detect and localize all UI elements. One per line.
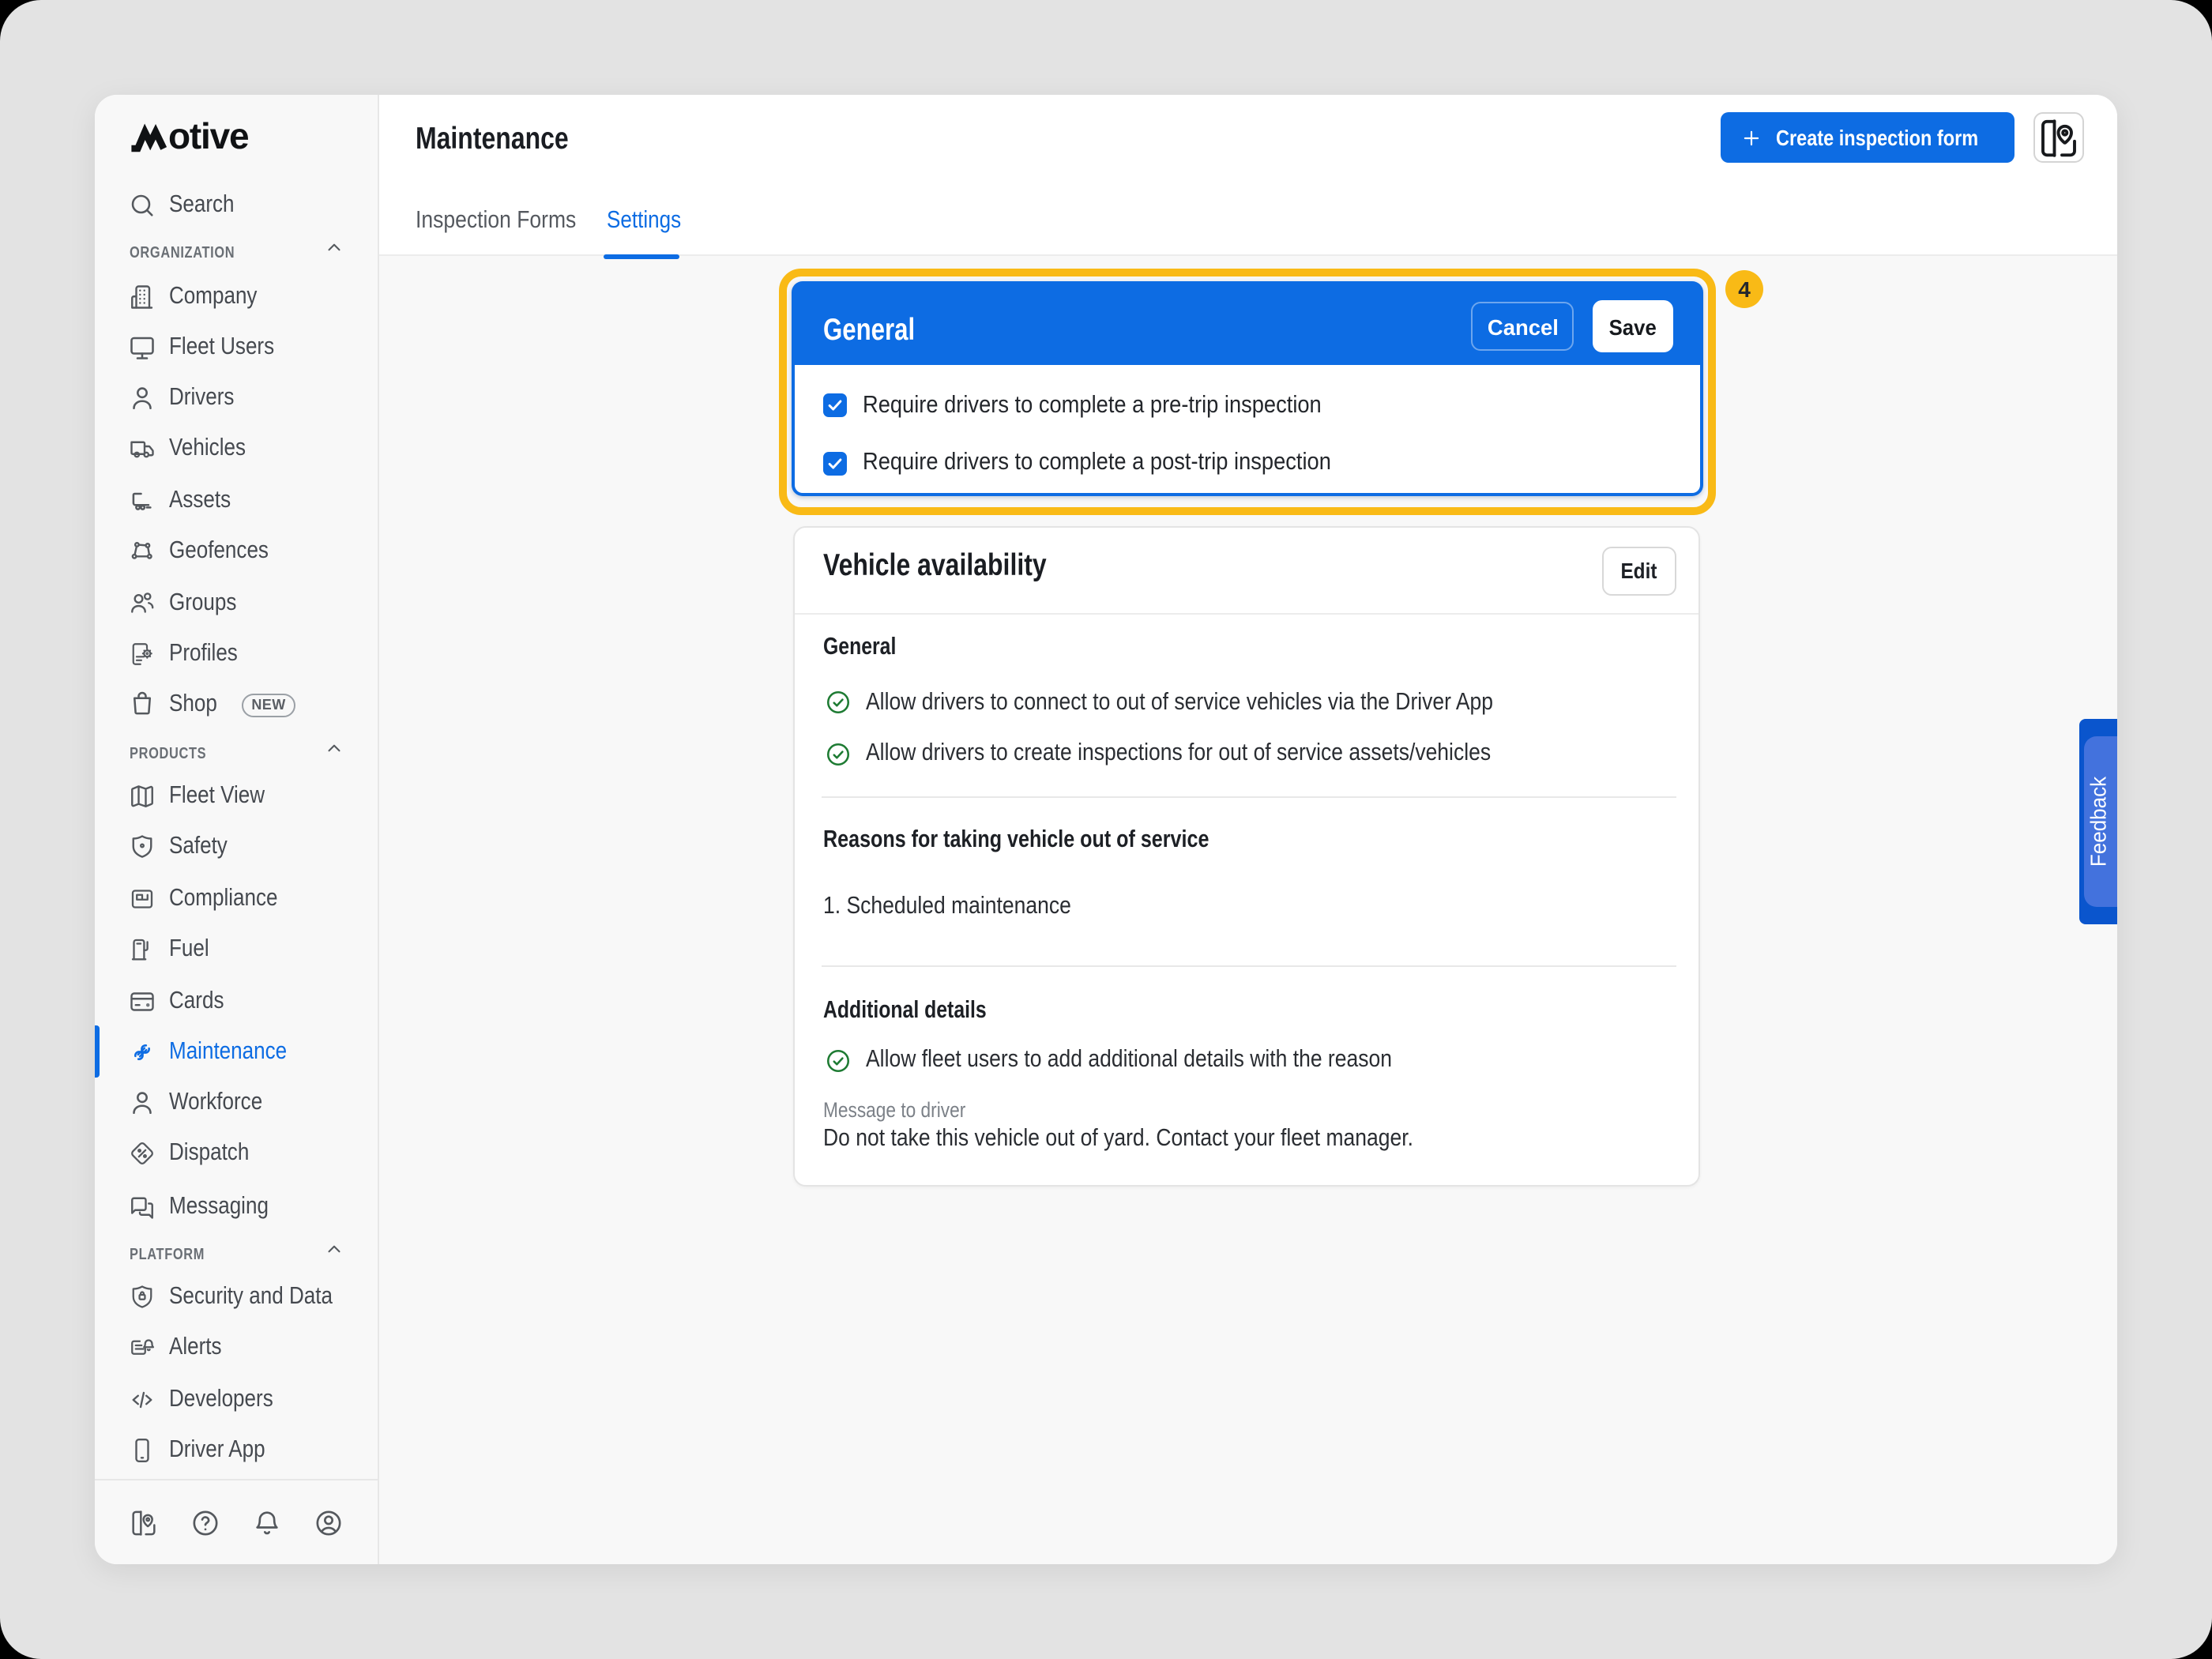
svg-text:otive: otive bbox=[168, 117, 249, 155]
